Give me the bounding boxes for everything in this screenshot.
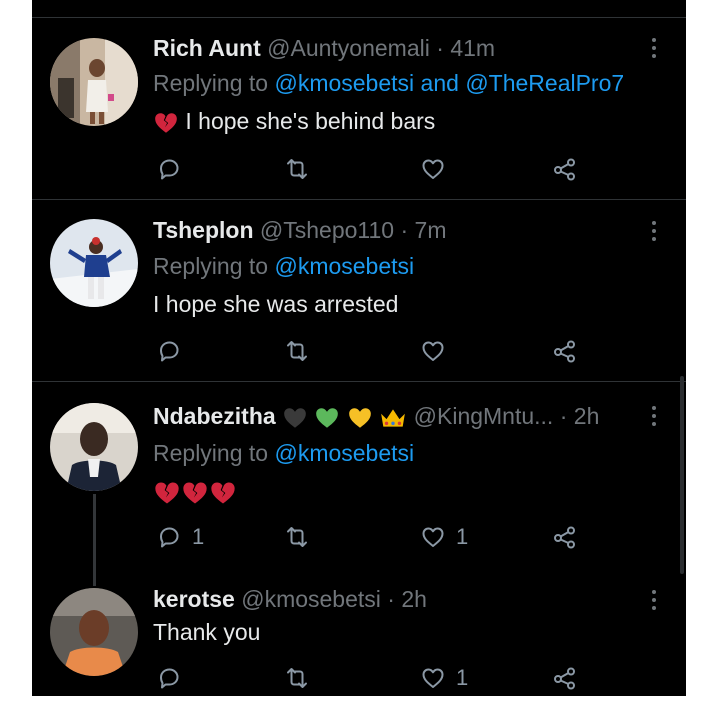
reply-button[interactable]: 1: [156, 524, 204, 550]
mention-link[interactable]: @kmosebetsi: [274, 70, 414, 96]
retweet-button[interactable]: [284, 156, 310, 182]
like-count: 1: [456, 524, 469, 549]
share-icon: [554, 526, 575, 549]
more-icon[interactable]: [650, 590, 658, 610]
tweet-text: Thank you: [153, 618, 260, 646]
reply-icon: [160, 159, 179, 180]
retweet-button[interactable]: [284, 338, 310, 364]
reply-icon: [160, 341, 179, 362]
avatar-ndabezitha[interactable]: [50, 403, 138, 491]
thread-line: [93, 494, 96, 586]
separator: ·: [400, 217, 409, 243]
green-heart-emoji: [316, 408, 339, 428]
share-button[interactable]: [552, 665, 578, 691]
like-button[interactable]: [420, 156, 446, 182]
tweet-replies-panel: Rich Aunt @Auntyonemali · 41m Replying t…: [32, 0, 686, 696]
timestamp[interactable]: 2h: [574, 403, 600, 429]
like-count: 1: [456, 665, 469, 690]
reply-button[interactable]: [156, 338, 182, 364]
like-icon: [422, 341, 444, 361]
display-name[interactable]: Tsheplon: [153, 217, 254, 243]
black-heart-emoji: [284, 408, 306, 428]
tweet-text: I hope she was arrested: [153, 290, 398, 318]
separator: ·: [559, 403, 568, 429]
replying-to-label: Replying to: [153, 253, 269, 279]
timestamp[interactable]: 2h: [401, 586, 427, 612]
mention-link[interactable]: @TheRealPro7: [465, 70, 624, 96]
display-name[interactable]: Ndabezitha: [153, 403, 276, 429]
reply-count: 1: [192, 524, 205, 549]
replying-to-label: Replying to: [153, 440, 269, 466]
tweet-header: Ndabezitha @KingMntu... · 2h: [153, 402, 599, 431]
display-name[interactable]: kerotse: [153, 586, 235, 612]
handle[interactable]: @Auntyonemali: [267, 35, 430, 61]
like-button[interactable]: 1: [420, 665, 468, 691]
display-name[interactable]: Rich Aunt: [153, 35, 261, 61]
yellow-heart-emoji: [349, 408, 371, 428]
retweet-icon: [287, 159, 307, 179]
crown-emoji: [381, 409, 406, 427]
and-label: and: [420, 70, 459, 96]
like-button[interactable]: [420, 338, 446, 364]
share-icon: [554, 340, 575, 363]
reply-icon: [160, 527, 179, 548]
handle[interactable]: @Tshepo110: [260, 217, 394, 243]
separator: ·: [436, 35, 444, 61]
reply-button[interactable]: [156, 156, 182, 182]
scrollbar[interactable]: [680, 376, 684, 574]
avatar-kerotse[interactable]: [50, 588, 138, 676]
like-icon: [422, 527, 444, 547]
more-icon[interactable]: [650, 406, 658, 426]
tweet-divider: [32, 381, 686, 382]
share-button[interactable]: [552, 156, 578, 182]
tweet-body: Thank you: [153, 619, 261, 645]
tweet-body: I hope she's behind bars: [185, 108, 436, 134]
broken-heart-emoji: [183, 482, 207, 504]
retweet-icon: [287, 341, 307, 361]
tweet-header: kerotse @kmosebetsi · 2h: [153, 585, 427, 613]
share-button[interactable]: [552, 338, 578, 364]
handle[interactable]: @KingMntu...: [414, 403, 554, 429]
tweet-text: [153, 477, 237, 507]
avatar-tsheplon[interactable]: [50, 219, 138, 307]
more-icon[interactable]: [650, 38, 658, 58]
retweet-icon: [287, 668, 307, 688]
like-icon: [422, 159, 444, 179]
replying-to: Replying to @kmosebetsi: [153, 439, 414, 467]
tweet-divider: [32, 199, 686, 200]
share-button[interactable]: [552, 524, 578, 550]
retweet-button[interactable]: [284, 665, 310, 691]
broken-heart-emoji: [155, 113, 177, 133]
replying-to-label: Replying to: [153, 70, 269, 96]
handle[interactable]: @kmosebetsi: [241, 586, 381, 612]
reply-icon: [160, 668, 179, 689]
tweet-text: I hope she's behind bars: [153, 107, 435, 136]
mention-link[interactable]: @kmosebetsi: [274, 440, 414, 466]
replying-to: Replying to @kmosebetsi: [153, 252, 414, 280]
share-icon: [554, 667, 575, 690]
tweet-header: Tsheplon @Tshepo110 · 7m: [153, 216, 447, 244]
more-icon[interactable]: [650, 221, 658, 241]
like-icon: [422, 668, 444, 688]
like-button[interactable]: 1: [420, 524, 468, 550]
retweet-button[interactable]: [284, 524, 310, 550]
replying-to: Replying to @kmosebetsi and @TheRealPro7: [153, 69, 624, 97]
top-divider: [32, 17, 686, 18]
broken-heart-emoji: [211, 482, 235, 504]
avatar-rich-aunt[interactable]: [50, 38, 138, 126]
retweet-icon: [287, 527, 307, 547]
tweet-header: Rich Aunt @Auntyonemali · 41m: [153, 34, 495, 62]
tweet-body: I hope she was arrested: [153, 291, 399, 317]
timestamp[interactable]: 7m: [415, 217, 447, 243]
timestamp[interactable]: 41m: [450, 35, 495, 61]
broken-heart-emoji: [155, 482, 179, 504]
share-icon: [554, 158, 575, 181]
separator: ·: [387, 586, 395, 612]
mention-link[interactable]: @kmosebetsi: [274, 253, 414, 279]
reply-button[interactable]: [156, 665, 182, 691]
